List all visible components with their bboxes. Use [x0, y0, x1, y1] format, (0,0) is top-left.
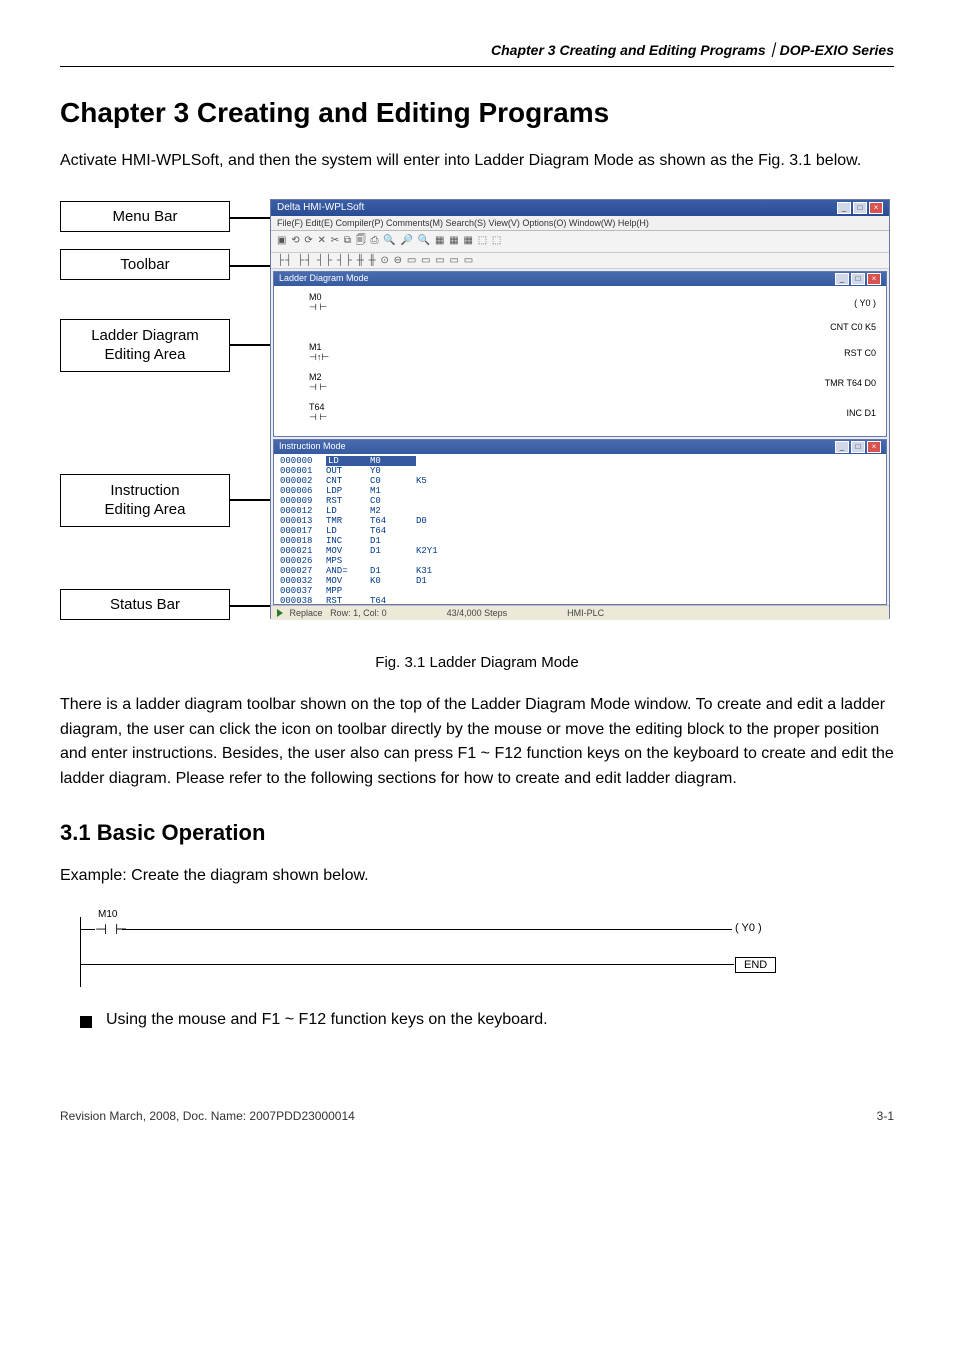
ladder-editing-area[interactable]: M0⊣ ⊢ ( Y0 ) CNT C0 K5 M1⊣↑⊢ RST C0 M2⊣ …: [274, 286, 886, 436]
play-icon: [277, 609, 283, 617]
label-menu-bar: Menu Bar: [60, 201, 230, 232]
ladder-window: Ladder Diagram Mode _ □ × M0⊣ ⊢ ( Y0 ) C…: [273, 271, 887, 437]
ladder-instr: RST C0: [844, 348, 876, 358]
instruction-row: 000027AND=D1K31: [280, 566, 880, 576]
label-line1: Ladder Diagram: [91, 327, 199, 344]
ladder-contact: M2⊣ ⊢: [309, 372, 327, 393]
label-instruction-area: Instruction Editing Area: [60, 474, 230, 527]
example-intro: Example: Create the diagram shown below.: [60, 864, 894, 889]
ladder-title-text: Ladder Diagram Mode: [279, 273, 369, 285]
close-icon[interactable]: ×: [869, 202, 883, 214]
label-toolbar: Toolbar: [60, 249, 230, 280]
page-footer: Revision March, 2008, Doc. Name: 2007PDD…: [60, 1109, 894, 1123]
wire: [80, 964, 734, 965]
instruction-row: 000006LDPM1: [280, 486, 880, 496]
window-titlebar: Delta HMI-WPLSoft _ □ ×: [271, 200, 889, 216]
status-bar: Replace Row: 1, Col: 0 43/4,000 Steps HM…: [271, 605, 889, 620]
instruction-row: 000009RSTC0: [280, 496, 880, 506]
ladder-instr: CNT C0 K5: [830, 322, 876, 332]
figure-caption: Fig. 3.1 Ladder Diagram Mode: [60, 654, 894, 671]
toolbar-row-1[interactable]: ▣ ⟲ ⟳ ✕ ✂ ⧉ 🗐 ⎙ 🔍 🔎 🔍 ▦ ▦ ▦ ⬚ ⬚: [271, 231, 889, 253]
instruction-row: 000032MOVK0D1: [280, 576, 880, 586]
contact-label: M0: [309, 292, 322, 302]
minimize-icon[interactable]: _: [835, 273, 849, 285]
ladder-instr: TMR T64 D0: [825, 378, 876, 388]
instruction-row: 000001OUTY0: [280, 466, 880, 476]
menu-bar[interactable]: File(F) Edit(E) Compiler(P) Comments(M) …: [271, 216, 889, 231]
instruction-editing-area[interactable]: 000000LDM0000001OUTY0000002CNTC0K5000006…: [274, 454, 886, 604]
footer-revision: Revision March, 2008, Doc. Name: 2007PDD…: [60, 1109, 355, 1123]
ladder-coil: ( Y0 ): [854, 298, 876, 308]
maximize-icon[interactable]: □: [853, 202, 867, 214]
section-title: 3.1 Basic Operation: [60, 820, 894, 846]
instruction-row: 000002CNTC0K5: [280, 476, 880, 486]
toolbar-row-2[interactable]: ├┤ ├┤ ┤├ ┤├ ╫ ╫ ⊙ ⊖ ▭ ▭ ▭ ▭ ▭: [271, 253, 889, 269]
body-paragraph: There is a ladder diagram toolbar shown …: [60, 693, 894, 792]
minimize-icon[interactable]: _: [835, 441, 849, 453]
instruction-row: 000026MPS: [280, 556, 880, 566]
instruction-row: 000000LDM0: [280, 456, 880, 466]
ladder-contact: M0⊣ ⊢: [309, 292, 327, 313]
instruction-row: 000021MOVD1K2Y1: [280, 546, 880, 556]
running-header: Chapter 3 Creating and Editing Programs｜…: [60, 40, 894, 67]
wire: [122, 929, 732, 930]
square-bullet-icon: [80, 1016, 92, 1028]
instruction-row: 000017LDT64: [280, 526, 880, 536]
footer-page-number: 3-1: [877, 1109, 894, 1123]
app-screenshot: Delta HMI-WPLSoft _ □ × File(F) Edit(E) …: [270, 199, 890, 619]
instruction-row: 000038RSTT64: [280, 596, 880, 604]
instruction-row: 000013TMRT64D0: [280, 516, 880, 526]
status-mode: Replace: [290, 608, 323, 618]
label-line2: Editing Area: [105, 501, 186, 518]
ladder-window-title: Ladder Diagram Mode _ □ ×: [274, 272, 886, 286]
status-connection: HMI-PLC: [567, 608, 604, 618]
figure-3-1: Menu Bar Toolbar Ladder Diagram Editing …: [60, 199, 894, 639]
instruction-row: 000018INCD1: [280, 536, 880, 546]
ladder-contact: M1⊣↑⊢: [309, 342, 329, 363]
status-steps: 43/4,000 Steps: [447, 608, 508, 618]
maximize-icon[interactable]: □: [851, 273, 865, 285]
window-controls: _ □ ×: [837, 202, 883, 214]
example-end: END: [735, 957, 776, 973]
chapter-title: Chapter 3 Creating and Editing Programs: [60, 97, 894, 129]
minimize-icon[interactable]: _: [837, 202, 851, 214]
instruction-row: 000037MPP: [280, 586, 880, 596]
window-controls: _ □ ×: [835, 441, 881, 453]
ladder-instr: INC D1: [846, 408, 876, 418]
bullet-item: Using the mouse and F1 ~ F12 function ke…: [80, 1011, 894, 1029]
label-line1: Instruction: [110, 482, 179, 499]
close-icon[interactable]: ×: [867, 441, 881, 453]
example-ladder-diagram: M10 ⊣ ⊢ ( Y0 ) END: [80, 909, 820, 989]
wire: [80, 929, 95, 930]
instr-title-text: Instruction Mode: [279, 441, 346, 453]
ladder-contact: T64⊣ ⊢: [309, 402, 327, 423]
contact-label: T64: [309, 402, 325, 412]
instruction-window: Instruction Mode _ □ × 000000LDM0000001O…: [273, 439, 887, 605]
example-coil: ( Y0 ): [735, 922, 762, 934]
app-title: Delta HMI-WPLSoft: [277, 202, 364, 213]
bullet-text: Using the mouse and F1 ~ F12 function ke…: [106, 1011, 548, 1029]
example-contact-label: M10: [98, 909, 117, 920]
close-icon[interactable]: ×: [867, 273, 881, 285]
contact-label: M2: [309, 372, 322, 382]
label-line2: Editing Area: [105, 346, 186, 363]
label-status-bar: Status Bar: [60, 589, 230, 620]
instruction-row: 000012LDM2: [280, 506, 880, 516]
window-controls: _ □ ×: [835, 273, 881, 285]
contact-label: M1: [309, 342, 322, 352]
intro-paragraph: Activate HMI-WPLSoft, and then the syste…: [60, 149, 894, 174]
rail-left: [80, 917, 81, 987]
label-ladder-area: Ladder Diagram Editing Area: [60, 319, 230, 372]
instruction-window-title: Instruction Mode _ □ ×: [274, 440, 886, 454]
status-position: Row: 1, Col: 0: [330, 608, 387, 618]
maximize-icon[interactable]: □: [851, 441, 865, 453]
